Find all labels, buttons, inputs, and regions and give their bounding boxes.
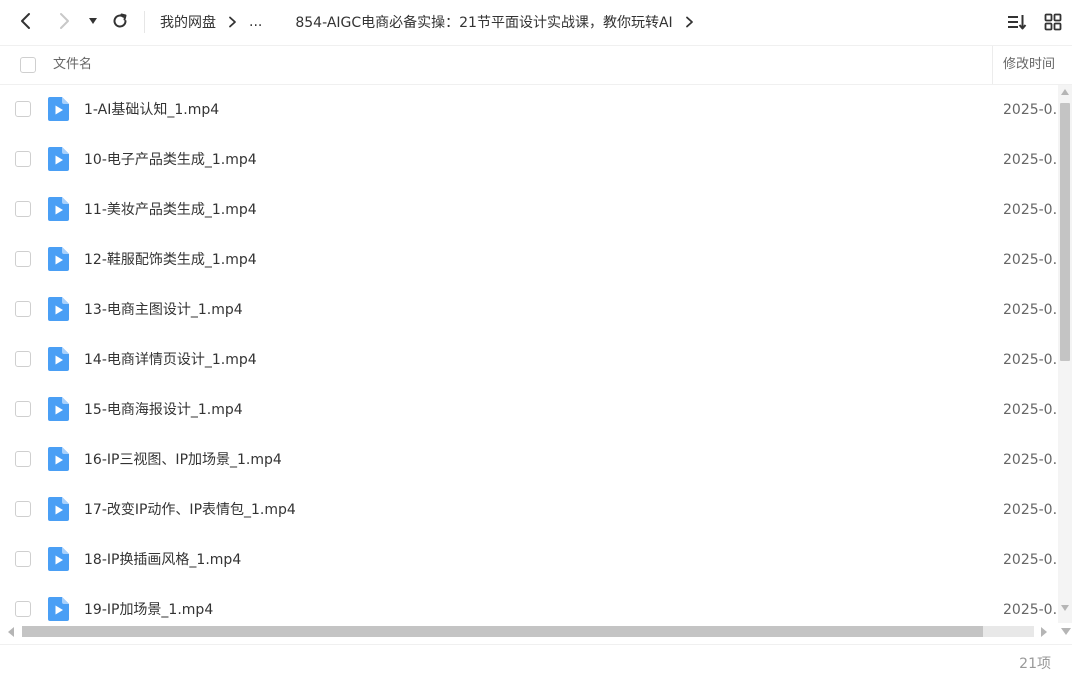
breadcrumb-root[interactable]: 我的网盘: [160, 12, 216, 32]
scroll-corner-down-icon[interactable]: [1061, 628, 1071, 635]
file-mtime: 2025-0...: [1003, 252, 1058, 268]
file-row[interactable]: 14-电商详情页设计_1.mp4 2025-0...: [0, 335, 1058, 385]
breadcrumb-separator-icon: [685, 16, 694, 28]
file-mtime: 2025-0...: [1003, 552, 1058, 568]
video-file-icon: [48, 297, 69, 321]
refresh-icon: [113, 13, 127, 28]
video-file-icon: [48, 147, 69, 171]
column-header: 文件名 修改时间: [0, 45, 1072, 85]
video-file-icon: [48, 397, 69, 421]
file-name: 10-电子产品类生成_1.mp4: [84, 152, 257, 168]
horizontal-scroll-thumb[interactable]: [22, 626, 984, 637]
file-checkbox[interactable]: [15, 551, 31, 567]
video-file-icon: [48, 97, 69, 121]
file-list: 1-AI基础认知_1.mp4 2025-0... 10-电子产品类生成_1.mp4 2…: [0, 85, 1058, 623]
vertical-scrollbar[interactable]: [1058, 85, 1072, 623]
history-dropdown-button[interactable]: [84, 7, 102, 35]
vertical-scroll-thumb[interactable]: [1060, 103, 1070, 361]
back-button[interactable]: [12, 7, 40, 35]
file-name: 17-改变IP动作、IP表情包_1.mp4: [84, 502, 296, 518]
file-checkbox[interactable]: [15, 401, 31, 417]
file-row[interactable]: 17-改变IP动作、IP表情包_1.mp4 2025-0...: [0, 485, 1058, 535]
file-checkbox[interactable]: [15, 501, 31, 517]
file-row[interactable]: 10-电子产品类生成_1.mp4 2025-0...: [0, 135, 1058, 185]
column-divider[interactable]: [992, 46, 993, 84]
file-mtime: 2025-0...: [1003, 502, 1058, 518]
refresh-button[interactable]: [106, 7, 134, 35]
file-checkbox[interactable]: [15, 101, 31, 117]
chevron-left-icon: [21, 13, 30, 29]
nav-divider: [144, 11, 145, 33]
scroll-left-icon[interactable]: [8, 627, 14, 637]
file-name: 13-电商主图设计_1.mp4: [84, 302, 243, 318]
video-file-icon: [48, 197, 69, 221]
file-mtime: 2025-0...: [1003, 302, 1058, 318]
select-all-checkbox[interactable]: [20, 57, 36, 73]
file-row[interactable]: 15-电商海报设计_1.mp4 2025-0...: [0, 385, 1058, 435]
file-name: 16-IP三视图、IP加场景_1.mp4: [84, 452, 282, 468]
file-row[interactable]: 18-IP换插画风格_1.mp4 2025-0...: [0, 535, 1058, 585]
breadcrumb: 我的网盘 ... 854-AIGC电商必备实操：21节平面设计实战课，教你玩转A…: [160, 0, 706, 44]
file-checkbox[interactable]: [15, 601, 31, 617]
video-file-icon: [48, 597, 69, 621]
file-checkbox[interactable]: [15, 301, 31, 317]
file-mtime: 2025-0...: [1003, 352, 1058, 368]
file-mtime: 2025-0...: [1003, 602, 1058, 618]
file-mtime: 2025-0...: [1003, 202, 1058, 218]
file-name: 1-AI基础认知_1.mp4: [84, 102, 220, 118]
video-file-icon: [48, 447, 69, 471]
file-checkbox[interactable]: [15, 251, 31, 267]
file-checkbox[interactable]: [15, 201, 31, 217]
file-row[interactable]: 11-美妆产品类生成_1.mp4 2025-0...: [0, 185, 1058, 235]
file-mtime: 2025-0...: [1003, 102, 1058, 118]
file-checkbox[interactable]: [15, 451, 31, 467]
breadcrumb-separator-icon: [274, 16, 283, 28]
file-mtime: 2025-0...: [1003, 402, 1058, 418]
video-file-icon: [48, 547, 69, 571]
breadcrumb-ellipsis[interactable]: ...: [249, 14, 262, 30]
file-name: 19-IP加场景_1.mp4: [84, 602, 214, 618]
file-checkbox[interactable]: [15, 351, 31, 367]
grid-view-icon: [1044, 13, 1062, 31]
file-browser-window: 我的网盘 ... 854-AIGC电商必备实操：21节平面设计实战课，教你玩转A…: [0, 0, 1072, 679]
scroll-up-icon[interactable]: [1061, 89, 1069, 95]
sort-button[interactable]: [1005, 10, 1029, 34]
breadcrumb-current-folder[interactable]: 854-AIGC电商必备实操：21节平面设计实战课，教你玩转AI: [295, 12, 672, 32]
column-header-name[interactable]: 文件名: [53, 46, 92, 84]
file-row[interactable]: 13-电商主图设计_1.mp4 2025-0...: [0, 285, 1058, 335]
grid-view-button[interactable]: [1041, 10, 1065, 34]
column-header-mtime[interactable]: 修改时间: [1003, 46, 1072, 84]
chevron-right-icon: [60, 13, 69, 29]
file-row[interactable]: 1-AI基础认知_1.mp4 2025-0...: [0, 85, 1058, 135]
file-row[interactable]: 12-鞋服配饰类生成_1.mp4 2025-0...: [0, 235, 1058, 285]
scroll-right-icon[interactable]: [1041, 627, 1047, 637]
horizontal-scroll-track[interactable]: [22, 626, 1034, 637]
file-row[interactable]: 16-IP三视图、IP加场景_1.mp4 2025-0...: [0, 435, 1058, 485]
sort-icon: [1008, 15, 1027, 30]
forward-button[interactable]: [50, 7, 78, 35]
file-name: 18-IP换插画风格_1.mp4: [84, 552, 242, 568]
horizontal-scrollbar[interactable]: [0, 623, 1058, 641]
video-file-icon: [48, 497, 69, 521]
item-count: 21项: [1019, 656, 1051, 672]
video-file-icon: [48, 247, 69, 271]
file-name: 12-鞋服配饰类生成_1.mp4: [84, 252, 257, 268]
caret-down-icon: [89, 18, 97, 24]
scroll-down-icon[interactable]: [1061, 605, 1069, 611]
file-name: 11-美妆产品类生成_1.mp4: [84, 202, 257, 218]
file-row[interactable]: 19-IP加场景_1.mp4 2025-0...: [0, 585, 1058, 623]
status-footer: 21项: [0, 644, 1072, 679]
video-file-icon: [48, 347, 69, 371]
file-name: 14-电商详情页设计_1.mp4: [84, 352, 257, 368]
file-mtime: 2025-0...: [1003, 152, 1058, 168]
file-mtime: 2025-0...: [1003, 452, 1058, 468]
file-name: 15-电商海报设计_1.mp4: [84, 402, 243, 418]
file-checkbox[interactable]: [15, 151, 31, 167]
breadcrumb-separator-icon: [228, 16, 237, 28]
navigation-bar: 我的网盘 ... 854-AIGC电商必备实操：21节平面设计实战课，教你玩转A…: [0, 0, 1072, 44]
